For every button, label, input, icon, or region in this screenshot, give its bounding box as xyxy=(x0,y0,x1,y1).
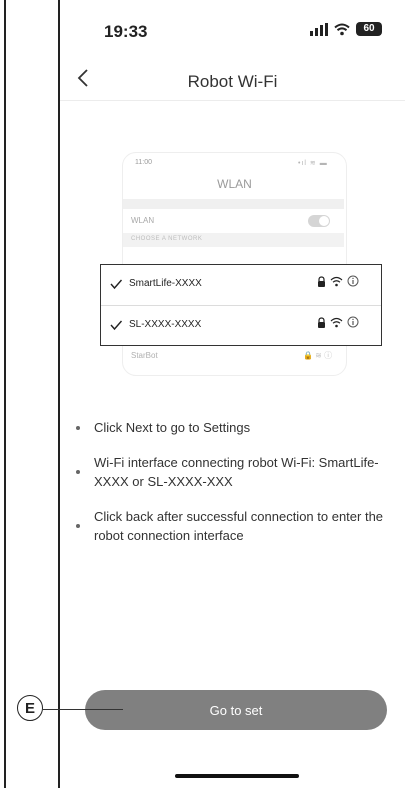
bullet-icon xyxy=(76,470,80,474)
instruction-item: Click back after successful connection t… xyxy=(76,507,396,545)
network-row: SmartLife-XXXX xyxy=(101,265,381,305)
lock-icon xyxy=(318,275,325,287)
wifi-icon xyxy=(330,276,343,286)
illustration-wlan-label: WLAN xyxy=(131,216,155,225)
callout-line xyxy=(43,709,123,710)
illustration-extra-network-name: StarBot xyxy=(131,351,158,360)
manual-page: 19:33 60 Robot Wi-Fi 11:00 •ıl ≋ ▬ WLAN … xyxy=(0,0,407,788)
instruction-text: Wi-Fi interface connecting robot Wi-Fi: … xyxy=(94,455,379,489)
network-name: SL-XXXX-XXXX xyxy=(129,319,202,330)
instruction-text: Click back after successful connection t… xyxy=(94,509,384,543)
network-name: SmartLife-XXXX xyxy=(129,278,202,289)
page-title: Robot Wi-Fi xyxy=(187,72,278,91)
network-row: SL-XXXX-XXXX xyxy=(101,305,381,346)
phone-screen: 19:33 60 Robot Wi-Fi 11:00 •ıl ≋ ▬ WLAN … xyxy=(58,0,405,788)
go-to-set-button[interactable]: Go to set xyxy=(85,690,387,730)
instructions-list: Click Next to go to Settings Wi-Fi inter… xyxy=(76,418,396,561)
wifi-icon xyxy=(334,23,350,35)
illustration-status-icons: •ıl ≋ ▬ xyxy=(298,160,328,167)
illustration-divider xyxy=(123,199,344,209)
illustration-wlan-toggle xyxy=(308,215,330,227)
illustration-choose-band: CHOOSE A NETWORK xyxy=(123,233,344,247)
instruction-item: Wi-Fi interface connecting robot Wi-Fi: … xyxy=(76,453,396,491)
illustration-time: 11:00 xyxy=(135,159,152,166)
check-icon xyxy=(110,320,123,331)
nav-bar: Robot Wi-Fi xyxy=(60,60,405,101)
info-icon xyxy=(347,275,359,287)
illustration-choose-label: CHOOSE A NETWORK xyxy=(131,236,203,242)
illustration-wlan-row: WLAN xyxy=(123,211,344,231)
bullet-icon xyxy=(76,524,80,528)
battery-icon: 60 xyxy=(356,22,382,36)
status-bar: 19:33 60 xyxy=(60,0,405,60)
illustration-extra-network: StarBot 🔒 ≋ ⓘ xyxy=(123,347,344,367)
network-icons xyxy=(317,316,359,328)
instruction-item: Click Next to go to Settings xyxy=(76,418,396,437)
highlighted-networks: SmartLife-XXXX SL-XXXX-XXXX xyxy=(100,264,382,346)
network-icons xyxy=(317,275,359,287)
cellular-signal-icon xyxy=(310,22,328,36)
illustration-title: WLAN xyxy=(217,177,252,191)
instruction-text: Click Next to go to Settings xyxy=(94,420,251,435)
check-icon xyxy=(110,279,123,290)
status-time: 19:33 xyxy=(104,22,148,41)
home-indicator xyxy=(175,774,299,778)
status-icons: 60 xyxy=(310,22,382,36)
info-icon xyxy=(347,316,359,328)
callout-badge: E xyxy=(17,695,43,721)
wifi-icon xyxy=(330,317,343,327)
frame-left-line xyxy=(4,0,6,788)
lock-icon xyxy=(318,316,325,328)
bullet-icon xyxy=(76,426,80,430)
illustration-extra-network-icons: 🔒 ≋ ⓘ xyxy=(303,351,333,360)
